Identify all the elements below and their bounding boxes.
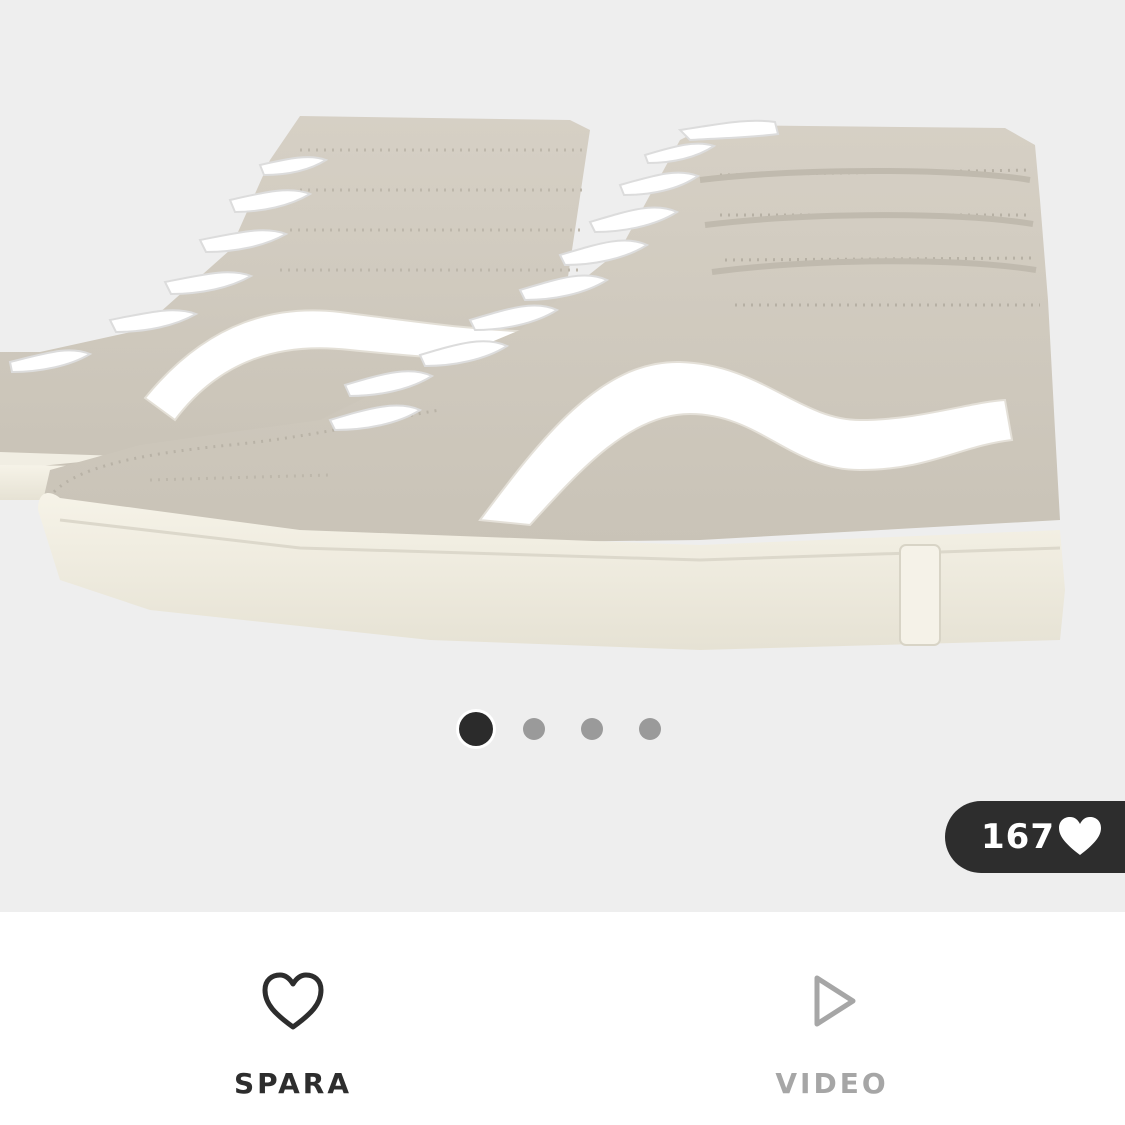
video-button[interactable]: VIDEO xyxy=(682,912,982,1125)
likes-badge: 167 xyxy=(945,801,1125,873)
carousel-dots xyxy=(0,712,1125,746)
likes-count: 167 xyxy=(981,817,1055,857)
carousel-dot-3[interactable] xyxy=(581,718,603,740)
image-gallery[interactable]: 167 xyxy=(0,0,1125,912)
save-button[interactable]: SPARA xyxy=(143,912,443,1125)
carousel-dot-2[interactable] xyxy=(523,718,545,740)
heart-outline-icon xyxy=(262,972,324,1030)
carousel-dot-1[interactable] xyxy=(459,712,493,746)
play-icon xyxy=(814,975,856,1027)
video-label: VIDEO xyxy=(775,1067,889,1100)
product-page: 167 SPARA VIDEO xyxy=(0,0,1125,1125)
product-image xyxy=(0,116,1065,650)
action-bar: SPARA VIDEO xyxy=(0,912,1125,1125)
heart-icon xyxy=(1059,817,1101,855)
save-label: SPARA xyxy=(233,1067,353,1100)
carousel-dot-4[interactable] xyxy=(639,718,661,740)
